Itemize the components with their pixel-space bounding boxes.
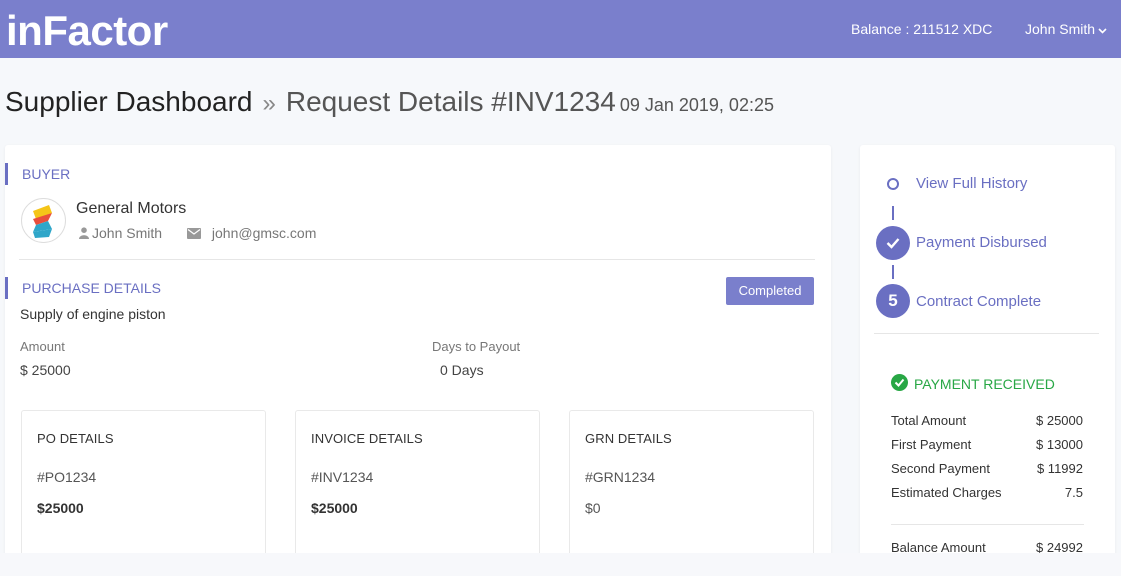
timeline-step-number: 5 (876, 284, 910, 318)
page-footer-strip (0, 553, 1121, 576)
request-details-card: BUYER General Motors John Smith john@gms… (5, 145, 831, 576)
buyer-section-title: BUYER (5, 163, 70, 185)
brand-logo[interactable]: inFactor (6, 6, 168, 56)
user-name: John Smith (1025, 21, 1096, 37)
buyer-contact-name: John Smith (92, 225, 163, 241)
invoice-details-title: INVOICE DETAILS (311, 431, 423, 446)
timeline-dot-icon (887, 178, 899, 190)
total-amount-label: Total Amount (891, 413, 967, 428)
timeline-connector (892, 265, 894, 279)
section-divider (874, 333, 1099, 334)
amount-label: Amount (20, 339, 65, 354)
first-payment-value: $ 13000 (1036, 437, 1083, 452)
check-icon (876, 226, 910, 260)
purchase-description: Supply of engine piston (20, 306, 166, 322)
buyer-company-name: General Motors (76, 200, 187, 217)
timeline-step-payment-disbursed: Payment Disbursed (916, 234, 1047, 251)
days-to-payout-label: Days to Payout (432, 339, 521, 354)
timeline-connector (892, 206, 894, 220)
user-icon (79, 225, 92, 241)
check-circle-icon (891, 374, 908, 391)
second-payment-label: Second Payment (891, 461, 991, 476)
breadcrumb: Supplier Dashboard » Request Details #INV1… (5, 86, 774, 118)
buyer-email: john@gmsc.com (187, 225, 316, 241)
estimated-charges-label: Estimated Charges (891, 485, 1002, 500)
breadcrumb-root[interactable]: Supplier Dashboard (5, 86, 253, 117)
estimated-charges-value: 7.5 (1064, 485, 1083, 500)
days-to-payout-value: 0 Days (440, 362, 484, 378)
grn-amount: $0 (585, 500, 601, 516)
top-navbar: inFactor Balance : 211512 XDC John Smith (0, 0, 1121, 58)
section-divider (19, 259, 815, 260)
page-title: Request Details #INV1234 (285, 86, 616, 117)
status-panel: View Full History Payment Disbursed 5 Co… (860, 145, 1115, 576)
total-amount-value: $ 25000 (1036, 413, 1083, 428)
chevron-down-icon (1098, 26, 1107, 37)
invoice-number: #INV1234 (311, 469, 374, 485)
timeline-step-contract-complete: Contract Complete (916, 293, 1042, 310)
payment-received-title: PAYMENT RECEIVED (914, 376, 1055, 392)
section-divider (891, 524, 1084, 525)
first-payment-label: First Payment (891, 437, 972, 452)
amount-value: $ 25000 (20, 362, 71, 378)
grn-details-title: GRN DETAILS (585, 431, 672, 446)
status-badge: Completed (726, 277, 814, 305)
invoice-amount: $25000 (311, 500, 358, 516)
purchase-section-title: PURCHASE DETAILS (5, 277, 161, 299)
buyer-logo (21, 198, 66, 243)
po-number: #PO1234 (37, 469, 97, 485)
po-details-box: PO DETAILS #PO1234 $25000 (21, 410, 266, 570)
view-full-history-link[interactable]: View Full History (916, 175, 1027, 192)
user-menu[interactable]: John Smith (1025, 21, 1107, 37)
request-date: 09 Jan 2019, 02:25 (619, 95, 774, 115)
second-payment-value: $ 11992 (1036, 461, 1083, 476)
grn-number: #GRN1234 (585, 469, 656, 485)
wallet-balance: Balance : 211512 XDC (851, 21, 993, 37)
breadcrumb-separator: » (262, 90, 276, 117)
buyer-email-text[interactable]: john@gmsc.com (212, 225, 316, 241)
invoice-details-box: INVOICE DETAILS #INV1234 $25000 (295, 410, 540, 570)
buyer-contact: John Smith (79, 225, 162, 241)
grn-details-box: GRN DETAILS #GRN1234 $0 (569, 410, 814, 570)
envelope-icon (187, 225, 204, 241)
po-amount: $25000 (37, 500, 84, 516)
po-details-title: PO DETAILS (37, 431, 114, 446)
